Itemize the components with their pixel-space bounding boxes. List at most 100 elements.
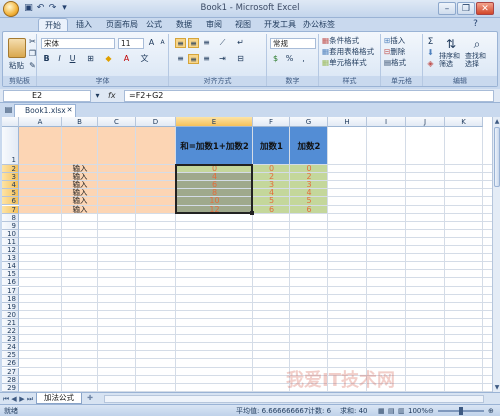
page-layout-view-icon[interactable]: ▤	[388, 406, 395, 416]
scroll-up-icon[interactable]: ▲	[494, 118, 500, 125]
tab-data[interactable]: 数据	[170, 18, 198, 32]
row-header[interactable]: 20	[2, 310, 19, 319]
row-header[interactable]: 3	[2, 173, 19, 182]
row-header[interactable]: 7	[2, 205, 19, 214]
tab-insert[interactable]: 插入	[70, 18, 98, 32]
align-bottom-icon[interactable]: ≡	[201, 38, 212, 48]
row-header[interactable]: 14	[2, 262, 19, 271]
horizontal-scrollbar[interactable]	[104, 395, 484, 403]
column-header[interactable]: K	[445, 117, 483, 127]
font-name-select[interactable]: 宋体	[41, 38, 115, 49]
row-header[interactable]: 2	[2, 165, 19, 174]
underline-icon[interactable]: U	[67, 54, 78, 64]
sort-filter-button[interactable]: 排序和 筛选	[439, 52, 460, 68]
fill-handle[interactable]	[250, 210, 254, 215]
align-top-icon[interactable]: ≡	[175, 38, 186, 48]
tab-home[interactable]: 开始	[38, 18, 68, 32]
row-header[interactable]: 8	[2, 213, 19, 222]
row-header[interactable]: 25	[2, 351, 19, 360]
column-header[interactable]: H	[328, 117, 367, 127]
row-header[interactable]: 19	[2, 302, 19, 311]
tab-formulas[interactable]: 公式	[140, 18, 168, 32]
row-header[interactable]: 1	[2, 127, 19, 165]
row-header[interactable]: 10	[2, 229, 19, 238]
name-box[interactable]: E2	[3, 90, 91, 102]
fill-color-icon[interactable]: ◆	[103, 54, 114, 64]
row-header[interactable]: 4	[2, 181, 19, 190]
insert-cells-button[interactable]: ⊞插入	[384, 36, 405, 46]
column-header[interactable]: C	[98, 117, 136, 127]
row-header[interactable]: 9	[2, 221, 19, 230]
header-addend2-cell[interactable]: 加数2	[290, 127, 328, 165]
normal-view-icon[interactable]: ▦	[378, 406, 385, 416]
addend1-value-cell[interactable]: 6	[253, 205, 290, 214]
sort-filter-icon[interactable]: ⇅	[443, 37, 459, 51]
column-header[interactable]: E	[176, 117, 253, 127]
last-sheet-icon[interactable]: ⏭	[26, 394, 34, 404]
phonetic-icon[interactable]: 文	[139, 54, 150, 64]
workbook-tab-close-icon[interactable]: ✕	[64, 105, 75, 115]
close-button[interactable]: ✕	[476, 2, 494, 15]
paste-icon[interactable]	[8, 38, 26, 58]
indent-icon[interactable]: ⇥	[217, 54, 228, 64]
restore-button[interactable]: ❐	[457, 2, 475, 15]
tab-developer[interactable]: 开发工具	[258, 18, 302, 32]
column-header[interactable]: D	[136, 117, 176, 127]
row-header[interactable]: 6	[2, 197, 19, 206]
tab-view[interactable]: 视图	[229, 18, 257, 32]
tab-review[interactable]: 审阅	[200, 18, 228, 32]
sheet-tab-addition[interactable]: 加法公式	[36, 393, 82, 404]
currency-icon[interactable]: $	[270, 54, 281, 64]
find-select-button[interactable]: 查找和 选择	[465, 52, 486, 68]
row-header[interactable]: 24	[2, 343, 19, 352]
page-break-view-icon[interactable]: ▥	[398, 406, 405, 416]
row-header[interactable]: 29	[2, 383, 19, 392]
row-header[interactable]: 15	[2, 270, 19, 279]
next-sheet-icon[interactable]: ▶	[18, 394, 26, 404]
border-icon[interactable]: ⊞	[85, 54, 96, 64]
tab-page-layout[interactable]: 页面布局	[100, 18, 144, 32]
font-color-icon[interactable]: A	[121, 54, 132, 64]
vertical-scrollbar[interactable]: ▲ ▼	[492, 117, 500, 392]
column-header[interactable]: I	[367, 117, 406, 127]
autosum-icon[interactable]: Σ	[425, 37, 436, 47]
format-cells-button[interactable]: ▤格式	[384, 58, 406, 68]
align-middle-icon[interactable]: ≡	[188, 38, 199, 48]
row-header[interactable]: 12	[2, 246, 19, 255]
bold-icon[interactable]: B	[41, 54, 52, 64]
column-header[interactable]: B	[62, 117, 98, 127]
align-center-icon[interactable]: ≡	[188, 54, 199, 64]
wrap-text-icon[interactable]: ↵	[235, 38, 246, 48]
column-header[interactable]: G	[290, 117, 328, 127]
percent-button[interactable]: %	[284, 54, 295, 64]
row-header[interactable]: 22	[2, 327, 19, 336]
align-right-icon[interactable]: ≡	[201, 54, 212, 64]
insert-function-button[interactable]: fx	[108, 90, 122, 102]
column-header[interactable]: A	[19, 117, 62, 127]
column-header[interactable]: J	[406, 117, 445, 127]
help-icon[interactable]: ?	[470, 19, 481, 30]
shrink-font-icon[interactable]: A	[157, 38, 168, 48]
conditional-format-button[interactable]: ▦条件格式	[322, 36, 359, 46]
fill-icon[interactable]: ⬇	[425, 48, 436, 58]
find-select-icon[interactable]: ⌕	[469, 37, 485, 51]
comma-button[interactable]: ,	[298, 54, 309, 64]
formula-input[interactable]: =F2+G2	[124, 90, 494, 102]
row-header[interactable]: 21	[2, 318, 19, 327]
font-size-select[interactable]: 11	[118, 38, 144, 49]
row-header[interactable]: 13	[2, 254, 19, 263]
prev-sheet-icon[interactable]: ◀	[10, 394, 18, 404]
row-header[interactable]: 27	[2, 367, 19, 376]
format-as-table-button[interactable]: ▦套用表格格式	[322, 47, 374, 57]
row-header[interactable]: 18	[2, 294, 19, 303]
name-box-dropdown-icon[interactable]: ▾	[92, 91, 103, 101]
header-addend1-cell[interactable]: 加数1	[253, 127, 290, 165]
row-header[interactable]: 16	[2, 278, 19, 287]
scroll-thumb[interactable]	[494, 127, 500, 187]
row-header[interactable]: 23	[2, 335, 19, 344]
zoom-slider-thumb[interactable]	[459, 407, 463, 415]
row-header[interactable]: 11	[2, 237, 19, 246]
first-sheet-icon[interactable]: ⏮	[2, 394, 10, 404]
number-format-select[interactable]: 常规	[270, 38, 316, 49]
row-header[interactable]: 28	[2, 375, 19, 384]
